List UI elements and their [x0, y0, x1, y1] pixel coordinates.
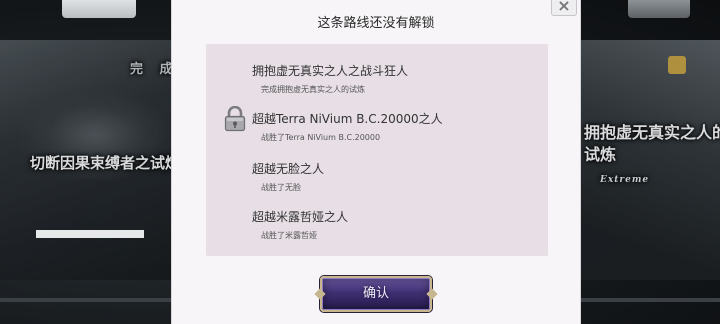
confirm-button[interactable]: 确认 [320, 276, 432, 312]
background-lock-icon [668, 56, 686, 74]
route-name: 超越Terra NiVium B.C.20000之人 [252, 112, 443, 126]
padlock-icon [224, 106, 246, 132]
route-condition: 战胜了无脸 [261, 183, 301, 192]
route-condition: 战胜了米露哲娅 [261, 231, 317, 240]
route-condition: 战胜了Terra NiVium B.C.20000 [261, 133, 381, 142]
background-right-trial-title-line1: 拥抱虚无真实之人的 [584, 123, 720, 142]
route-item: 拥抱虚无真实之人之战斗狂人 完成拥抱虚无真实之人的试炼 [252, 62, 408, 95]
background-progress-fill [36, 230, 144, 238]
close-button[interactable]: × [551, 0, 577, 16]
route-item: 超越无脸之人 战胜了无脸 [252, 160, 324, 193]
route-condition: 完成拥抱虚无真实之人的试炼 [261, 85, 365, 94]
background-right-trial-subtitle: Extreme [600, 175, 650, 185]
route-locked-dialog: 这条路线还没有解锁 × 拥抱虚无真实之人之战斗狂人 完成拥抱虚无真实之人的试炼 … [172, 0, 580, 324]
route-name: 拥抱虚无真实之人之战斗狂人 [252, 64, 409, 78]
background-right-trial-title-line2: 试炼 [584, 145, 617, 164]
close-icon: × [557, 0, 571, 15]
background-left-trial-title: 切断因果束缚者之试炼 [30, 154, 181, 172]
background-right-trial-title: 拥抱虚无真实之人的 试炼 [584, 122, 720, 166]
background-back-button [62, 0, 136, 18]
route-item: 超越Terra NiVium B.C.20000之人 战胜了Terra NiVi… [252, 110, 443, 143]
dialog-title: 这条路线还没有解锁 [317, 16, 435, 31]
route-name: 超越无脸之人 [252, 162, 325, 176]
background-back-button-right [628, 0, 690, 18]
route-name: 超越米露哲娅之人 [252, 210, 349, 224]
unlock-conditions-panel: 拥抱虚无真实之人之战斗狂人 完成拥抱虚无真实之人的试炼 超越Terra NiVi… [206, 44, 548, 256]
route-item: 超越米露哲娅之人 战胜了米露哲娅 [252, 208, 348, 241]
